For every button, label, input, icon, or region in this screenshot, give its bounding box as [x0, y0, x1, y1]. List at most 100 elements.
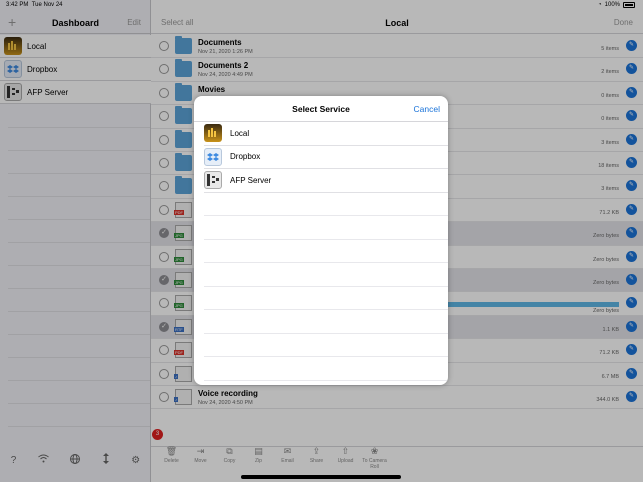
share-button[interactable]: ⇪ Share: [302, 446, 331, 470]
sidebar-item-label: Local: [27, 41, 47, 51]
action-toolbar: 3 🗑 Delete ⇥ Move ⧉ Copy ▤ Zip ✉ Email ⇪ Share ⇧ Uplo…: [151, 429, 643, 470]
select-checkbox[interactable]: [159, 298, 169, 309]
file-row[interactable]: Documents 2 Nov 24, 2020 4:49 PM 2 items ✎: [151, 58, 643, 82]
empty-row: [204, 357, 448, 381]
edit-pencil-icon[interactable]: ✎: [626, 320, 637, 332]
edit-pencil-icon[interactable]: ✎: [626, 227, 637, 239]
email-button[interactable]: ✉ Email: [273, 446, 302, 470]
edit-pencil-icon[interactable]: ✎: [626, 40, 637, 51]
select-checkbox[interactable]: ✓: [159, 275, 169, 285]
server-icon: [4, 83, 22, 101]
select-checkbox[interactable]: [159, 345, 169, 356]
edit-pencil-icon[interactable]: ✎: [626, 86, 637, 98]
file-size: 71.2 KB: [599, 350, 619, 357]
to-camera-roll-icon: ❀: [370, 446, 379, 456]
edit-pencil-icon[interactable]: ✎: [626, 110, 637, 122]
select-checkbox[interactable]: ✓: [159, 321, 169, 332]
select-checkbox[interactable]: [159, 368, 169, 379]
rtf-file-icon: RTF: [174, 318, 192, 335]
folder-icon: [175, 82, 192, 101]
select-checkbox[interactable]: [159, 64, 169, 75]
wifi-icon[interactable]: [37, 454, 49, 466]
file-size: Zero bytes: [593, 256, 619, 263]
sidebar-header: + Dashboard Edit: [0, 12, 151, 34]
service-option-label: Dropbox: [230, 152, 261, 162]
share-icon: ⇪: [312, 446, 321, 456]
select-checkbox[interactable]: [159, 41, 169, 51]
divider: [8, 127, 150, 128]
select-checkbox[interactable]: [159, 158, 169, 168]
edit-pencil-icon[interactable]: ✎: [626, 180, 637, 192]
sidebar-item-local[interactable]: Local: [0, 35, 151, 58]
select-checkbox[interactable]: [159, 181, 169, 192]
delete-button[interactable]: 🗑 Delete: [157, 446, 186, 470]
file-size: 1.1 KB: [602, 326, 619, 333]
delete-icon: 🗑: [165, 446, 178, 456]
select-checkbox[interactable]: [159, 111, 169, 122]
jpg-file-icon: JPG: [174, 225, 192, 242]
status-time: 3:42 PM Tue Nov 24: [6, 2, 63, 8]
file-size: 0 items: [601, 116, 619, 123]
service-option-afp-server[interactable]: AFP Server: [204, 169, 448, 193]
edit-button[interactable]: Edit: [127, 18, 141, 27]
sidebar-item-afp-server[interactable]: AFP Server: [0, 81, 151, 104]
dialog-title: Select Service: [292, 104, 350, 114]
service-option-label: AFP Server: [230, 175, 272, 185]
toolbar-button-label: Delete: [164, 458, 179, 464]
edit-pencil-icon[interactable]: ✎: [626, 344, 637, 356]
edit-pencil-icon[interactable]: ✎: [626, 63, 637, 75]
zip-icon: ▤: [254, 446, 263, 456]
gear-icon[interactable]: ⚙: [131, 455, 140, 466]
status-right: ◔ 100%: [598, 2, 635, 8]
service-option-dropbox[interactable]: Dropbox: [204, 146, 448, 169]
upload-button[interactable]: ⇧ Upload: [331, 446, 360, 470]
edit-pencil-icon[interactable]: ✎: [626, 367, 637, 379]
select-checkbox[interactable]: [159, 204, 169, 215]
to-camera-roll-button[interactable]: ❀ To Camera Roll: [360, 446, 389, 470]
pdf-file-icon: PDF: [174, 342, 192, 359]
service-option-local[interactable]: Local: [204, 122, 448, 146]
local-drive-icon: [204, 124, 222, 143]
edit-pencil-icon[interactable]: ✎: [626, 297, 637, 309]
jpg-file-icon: JPG: [174, 272, 192, 288]
empty-row: [204, 287, 448, 310]
select-checkbox[interactable]: ✓: [159, 228, 169, 239]
sidebar-item-dropbox[interactable]: Dropbox: [0, 58, 151, 81]
sidebar: + Dashboard Edit Local Dropbox AFP Serve…: [0, 0, 151, 482]
cancel-button[interactable]: Cancel: [414, 104, 440, 114]
file-name: Documents: [198, 38, 242, 47]
empty-row: [204, 216, 448, 240]
move-button[interactable]: ⇥ Move: [186, 446, 215, 470]
file-date: Nov 21, 2020 1:26 PM: [198, 49, 253, 55]
file-row[interactable]: Documents Nov 21, 2020 1:26 PM 5 items ✎: [151, 35, 643, 59]
help-button[interactable]: ?: [11, 455, 17, 466]
home-indicator: [241, 475, 401, 479]
folder-icon: [175, 176, 192, 195]
local-drive-icon: [4, 37, 22, 55]
done-button[interactable]: Done: [614, 18, 633, 27]
globe-icon[interactable]: [70, 453, 81, 467]
battery-icon: [623, 2, 635, 8]
service-option-label: Local: [230, 128, 250, 138]
edit-pencil-icon[interactable]: ✎: [626, 203, 637, 215]
edit-pencil-icon[interactable]: ✎: [626, 157, 637, 168]
select-checkbox[interactable]: [159, 251, 169, 262]
edit-pencil-icon[interactable]: ✎: [626, 133, 637, 145]
edit-pencil-icon[interactable]: ✎: [626, 250, 637, 262]
file-row[interactable]: ♪ Voice recording Nov 24, 2020 4:50 PM 344.…: [151, 386, 643, 410]
edit-pencil-icon[interactable]: ✎: [626, 391, 637, 402]
edit-pencil-icon[interactable]: ✎: [626, 274, 637, 285]
select-checkbox[interactable]: [159, 87, 169, 98]
divider: [8, 334, 150, 335]
select-checkbox[interactable]: [159, 392, 169, 402]
divider: [8, 173, 150, 174]
pdf-file-icon: PDF: [174, 201, 192, 218]
toolbar-button-label: Zip: [255, 458, 262, 464]
file-size: 3 items: [601, 186, 619, 193]
select-checkbox[interactable]: [159, 134, 169, 145]
copy-button[interactable]: ⧉ Copy: [215, 446, 244, 470]
sidebar-item-label: AFP Server: [27, 87, 69, 97]
page-title: Local: [385, 18, 409, 28]
transfer-icon[interactable]: [102, 453, 110, 467]
zip-button[interactable]: ▤ Zip: [244, 446, 273, 470]
